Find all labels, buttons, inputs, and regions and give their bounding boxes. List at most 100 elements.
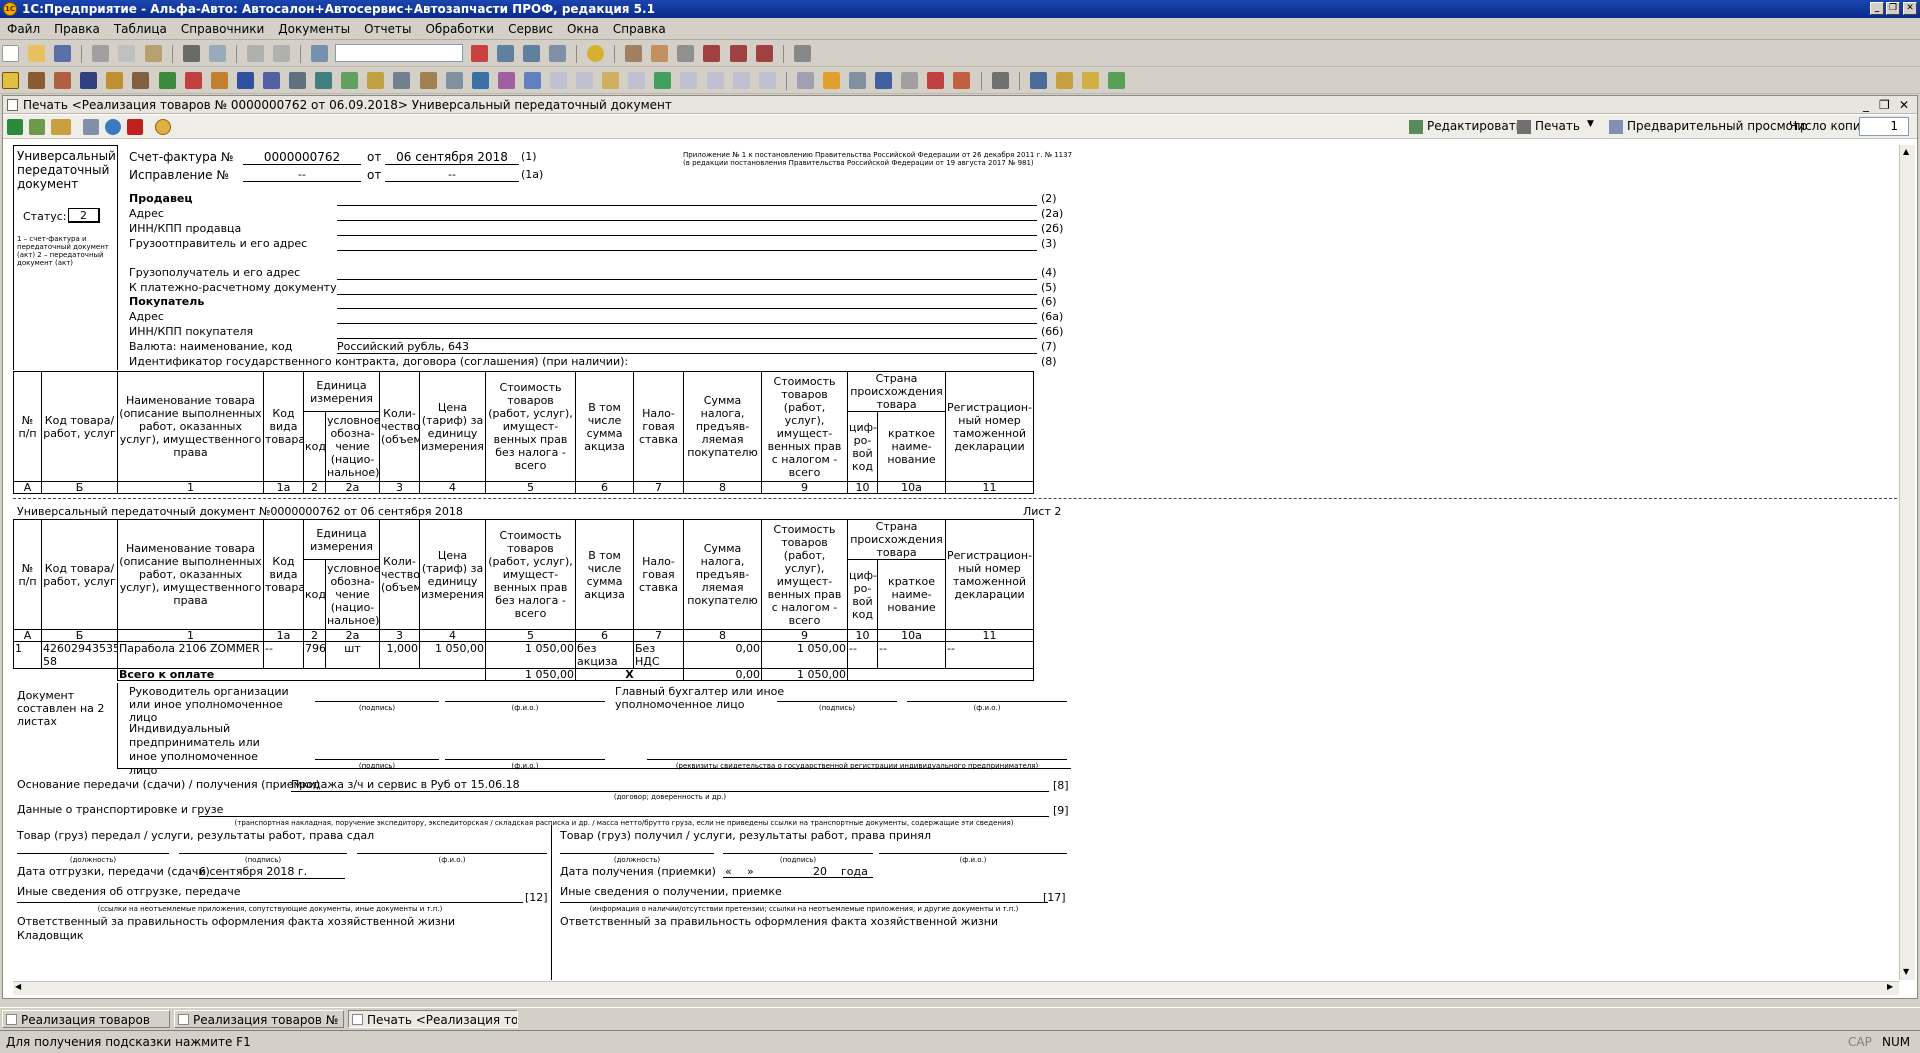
monitor-icon[interactable] [315,72,333,89]
tag-icon[interactable] [953,72,971,89]
redo-icon[interactable] [273,45,291,62]
calc-icon[interactable] [625,45,643,62]
new-doc-icon[interactable] [2,45,19,62]
menu-table[interactable]: Таблица [113,22,168,36]
orders-icon[interactable] [367,72,385,89]
showroom-icon[interactable] [28,72,46,89]
doc-restore-button[interactable]: ❐ [1879,96,1890,114]
chart-icon[interactable] [393,72,411,89]
docs-icon[interactable] [210,72,228,89]
find-prev-icon[interactable] [522,45,540,62]
users-icon[interactable] [236,72,254,89]
menu-catalogs[interactable]: Справочники [180,22,265,36]
arrows-icon[interactable] [341,72,359,89]
scroll-left-icon[interactable]: ◀ [15,982,21,991]
pdf-icon[interactable] [127,119,143,135]
scroll-right-icon[interactable]: ▶ [1887,982,1893,991]
menu-windows[interactable]: Окна [566,22,600,36]
copy-icon[interactable] [118,45,136,62]
move-icon[interactable] [419,72,437,89]
vertical-scrollbar[interactable]: ▲ ▼ [1899,145,1915,980]
book-icon[interactable] [1029,72,1047,89]
scroll-up-icon[interactable]: ▲ [1903,147,1909,156]
menu-edit[interactable]: Правка [53,22,101,36]
task-sales-doc[interactable]: Реализация товаров № 000... [174,1010,344,1028]
folder2-icon[interactable] [602,72,620,89]
print-preview-icon[interactable] [208,45,226,62]
home-icon[interactable] [2,72,19,89]
preview-button[interactable]: Предварительный просмотр [1627,119,1808,133]
menu-documents[interactable]: Документы [277,22,351,36]
windows-icon[interactable] [548,45,566,62]
menu-file[interactable]: Файл [6,22,41,36]
help-icon[interactable] [155,119,171,135]
print-dropdown-icon[interactable]: ▼ [1587,119,1594,129]
transfer-icon[interactable] [823,72,840,89]
minimize-button[interactable]: _ [1870,2,1884,15]
copies-input[interactable]: 1 [1859,117,1909,136]
save-table-icon[interactable] [29,119,45,135]
doc-nakl3-icon[interactable] [758,72,776,89]
menu-reports[interactable]: Отчеты [363,22,412,36]
doc-minimize-button[interactable]: _ [1863,96,1869,114]
menu-service[interactable]: Сервис [507,22,554,36]
info-icon[interactable] [586,45,604,62]
cut-icon[interactable] [92,45,110,62]
box-icon[interactable] [901,72,919,89]
doc-nakl-icon[interactable] [706,72,724,89]
paste-icon[interactable] [144,45,162,62]
list-icon[interactable] [445,72,463,89]
doc-plat-icon[interactable] [628,72,646,89]
note-icon[interactable] [1082,72,1100,89]
horizontal-scrollbar[interactable]: ◀ ▶ [13,981,1899,995]
memory-minus-icon[interactable] [755,45,773,62]
clear-search-icon[interactable] [470,45,488,62]
refresh-icon[interactable] [654,72,672,89]
parts-icon[interactable] [80,72,98,89]
memory-m-icon[interactable] [703,45,721,62]
edit-button[interactable]: Редактировать [1427,119,1523,133]
doc-schet-icon[interactable] [680,72,698,89]
search-icon[interactable] [311,45,329,62]
table-icon[interactable] [677,45,695,62]
key-icon[interactable] [106,72,124,89]
send-icon[interactable] [83,119,99,135]
menu-help[interactable]: Справка [612,22,667,36]
scroll-down-icon[interactable]: ▼ [1903,967,1909,976]
export-icon[interactable] [51,119,71,135]
doc-pko-icon[interactable] [549,72,567,89]
service-icon[interactable] [54,72,72,89]
pin-icon[interactable] [991,72,1009,89]
memory-plus-icon[interactable] [729,45,747,62]
tools2-icon[interactable] [132,72,150,89]
sort-icon[interactable] [523,72,541,89]
finance-icon[interactable] [184,72,202,89]
open-folder-icon[interactable] [28,45,46,62]
doc-close-button[interactable]: ✕ [1899,96,1909,114]
print-icon[interactable] [182,45,200,62]
save-icon[interactable] [54,45,72,62]
undo-icon[interactable] [247,45,265,62]
task-print-form[interactable]: Печать <Реализация товар... [348,1010,518,1028]
web-icon[interactable] [105,119,121,135]
tools-icon[interactable] [793,45,811,62]
mail-icon[interactable] [1055,72,1073,89]
money-icon[interactable] [158,72,176,89]
doc-rko-icon[interactable] [576,72,594,89]
excel-icon[interactable] [7,119,23,135]
find-next-icon[interactable] [496,45,514,62]
task-sales-list[interactable]: Реализация товаров [2,1010,170,1028]
clip-icon[interactable] [927,72,945,89]
doc-nakl2-icon[interactable] [732,72,750,89]
settings-icon[interactable] [289,72,307,89]
report-icon[interactable] [471,72,489,89]
close-button[interactable]: ✕ [1903,2,1917,15]
report2-icon[interactable] [497,72,515,89]
stats-icon[interactable] [875,72,893,89]
exit-icon[interactable] [1108,72,1126,89]
menu-processing[interactable]: Обработки [424,22,495,36]
inventory-icon[interactable] [849,72,867,89]
print-button[interactable]: Печать [1535,119,1580,133]
search-input[interactable] [335,44,464,62]
calendar-icon[interactable] [651,45,669,62]
